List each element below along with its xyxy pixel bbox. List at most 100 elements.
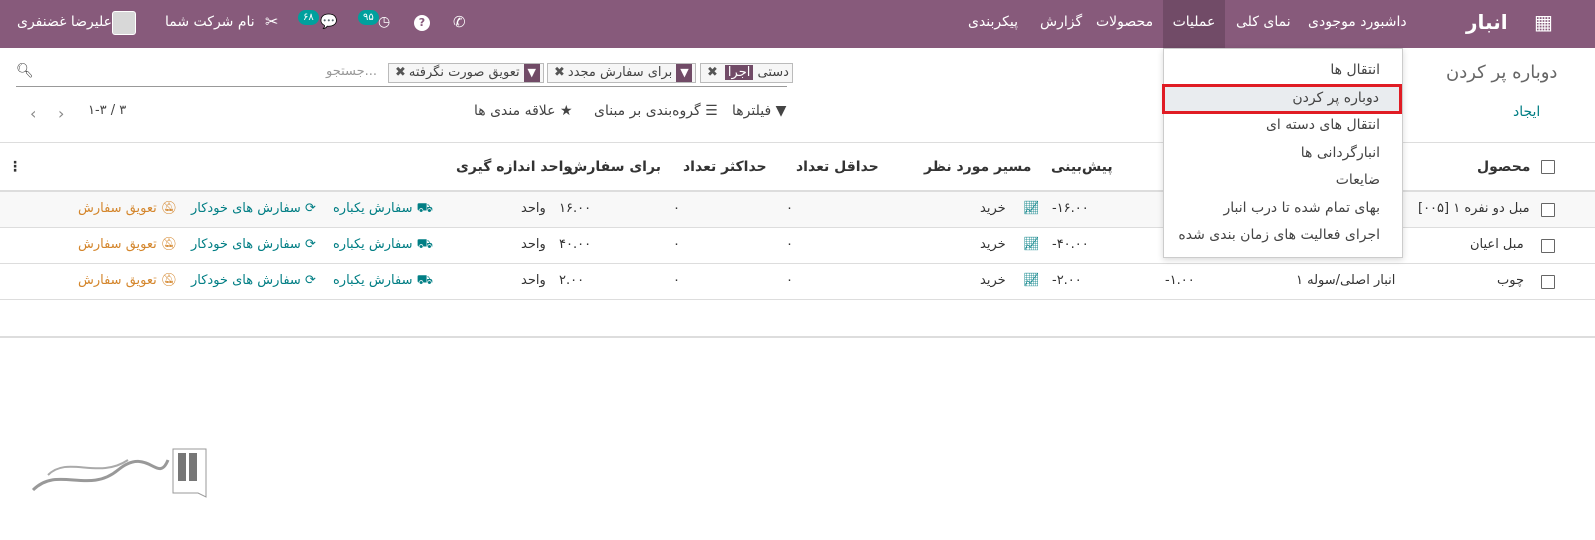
bell-slash-icon: 🔕︎ xyxy=(160,237,178,252)
col-max-qty[interactable]: حداکثر تعداد xyxy=(683,159,767,175)
row-product: چوب xyxy=(1497,273,1524,288)
row-product: مبل اعیان xyxy=(1470,237,1524,252)
activity-clock-icon[interactable]: ◷ xyxy=(378,0,390,48)
menu-operations[interactable]: عملیات xyxy=(1163,0,1225,48)
filter-icon: ▼ xyxy=(676,64,693,82)
user-menu[interactable]: علیرضا غضنفری xyxy=(17,0,112,48)
refresh-icon: ⟳ xyxy=(304,237,316,252)
activity-count-badge: ۹۵ xyxy=(358,10,379,25)
group-by-icon: ☰ xyxy=(705,103,718,119)
row-checkbox[interactable] xyxy=(1541,239,1555,253)
menu-item-scrap[interactable]: ضایعات xyxy=(1336,172,1380,188)
remove-facet-icon[interactable]: ✖ xyxy=(395,65,406,80)
automate-orders-button[interactable]: سفارش های خودکار ⟳ xyxy=(191,201,316,216)
group-by-dropdown[interactable]: گروه‌بندی بر مبنای ☰ xyxy=(594,103,718,119)
optional-columns-icon[interactable]: ⋮ xyxy=(8,159,22,175)
snooze-button[interactable]: تعویق سفارش 🔕︎ xyxy=(78,237,177,252)
row-route: خرید xyxy=(980,237,1006,252)
menu-item-batch-transfers[interactable]: انتقال های دسته ای xyxy=(1266,117,1380,133)
snooze-button[interactable]: تعویق سفارش 🔕︎ xyxy=(78,273,177,288)
phone-icon[interactable]: ✆ xyxy=(453,0,466,48)
menu-item-transfers[interactable]: انتقال ها xyxy=(1330,62,1380,78)
remove-facet-icon[interactable]: ✖ xyxy=(707,65,718,80)
col-to-order[interactable]: برای سفارش xyxy=(568,159,661,175)
menu-reporting[interactable]: گزارش xyxy=(1040,0,1082,48)
truck-icon: ⛟ xyxy=(416,237,433,252)
watermark-logo xyxy=(31,448,207,498)
facet-to-reorder: ✖ برای سفارش مجدد ▼ xyxy=(547,63,697,83)
operations-dropdown-menu: انتقال ها دوباره پر کردن انتقال های دسته… xyxy=(1162,48,1403,258)
menu-item-replenishment-highlight[interactable]: دوباره پر کردن xyxy=(1162,84,1402,114)
pager-value[interactable]: ۱-۳ / ۳ xyxy=(88,103,126,118)
search-input[interactable]: جستجو... xyxy=(326,64,377,79)
select-all-checkbox[interactable] xyxy=(1541,160,1555,174)
snooze-button[interactable]: تعویق سفارش 🔕︎ xyxy=(78,201,177,216)
menu-item-run-scheduler[interactable]: اجرای فعالیت های زمان بندی شده xyxy=(1178,227,1380,243)
row-route: خرید xyxy=(980,273,1006,288)
menu-products[interactable]: محصولات xyxy=(1096,0,1153,48)
search-icon[interactable]: 🔍︎ xyxy=(16,63,34,79)
filter-icon: ▼ xyxy=(775,103,787,119)
pager-next-icon[interactable]: › xyxy=(58,104,64,123)
debug-tools-icon[interactable]: ✂ xyxy=(265,0,278,48)
remove-facet-icon[interactable]: ✖ xyxy=(554,65,565,80)
menu-inventory-dashboard[interactable]: داشبورد موجودی xyxy=(1308,0,1407,48)
forecast-graph-icon[interactable]: 📈︎ xyxy=(1023,273,1040,288)
order-once-button[interactable]: سفارش یکباره ⛟ xyxy=(333,201,433,218)
filters-dropdown[interactable]: فیلترها ▼ xyxy=(732,103,786,119)
truck-icon: ⛟ xyxy=(416,273,433,288)
row-forecast: -۱۶.۰۰ xyxy=(1052,201,1089,216)
top-navbar: ▦ انبار داشبورد موجودی نمای کلی عملیات م… xyxy=(0,0,1595,48)
chat-count-badge: ۶۸ xyxy=(298,10,319,25)
menu-overview[interactable]: نمای کلی xyxy=(1236,0,1291,48)
facet-not-snoozed: ✖ تعویق صورت نگرفته ▼ xyxy=(388,63,544,83)
row-uom: واحد xyxy=(521,201,546,216)
company-switcher[interactable]: نام شرکت شما xyxy=(165,0,255,48)
facet-operation-manual: ✖ دستی اجرا xyxy=(700,63,793,83)
row-checkbox[interactable] xyxy=(1541,203,1555,217)
row-min-qty: ۰ xyxy=(786,201,793,216)
row-to-order: ۴۰.۰۰ xyxy=(559,237,592,252)
automate-orders-button[interactable]: سفارش های خودکار ⟳ xyxy=(191,237,316,252)
row-location: انبار اصلی/سوله ۱ xyxy=(1296,273,1396,288)
bell-slash-icon: 🔕︎ xyxy=(160,273,178,288)
row-checkbox[interactable] xyxy=(1541,275,1555,289)
refresh-icon: ⟳ xyxy=(304,201,316,216)
app-title[interactable]: انبار xyxy=(1466,0,1508,48)
col-uom[interactable]: واحد اندازه گیری xyxy=(456,159,572,175)
row-min-qty: ۰ xyxy=(786,273,793,288)
create-button[interactable]: ایجاد xyxy=(1513,104,1540,120)
automate-orders-button[interactable]: سفارش های خودکار ⟳ xyxy=(191,273,316,288)
col-forecast[interactable]: پیش‌بینی xyxy=(1051,159,1113,175)
forecast-graph-icon[interactable]: 📈︎ xyxy=(1023,237,1040,252)
apps-menu-icon[interactable]: ▦ xyxy=(1534,0,1553,48)
refresh-icon: ⟳ xyxy=(304,273,316,288)
forecast-graph-icon[interactable]: 📈︎ xyxy=(1023,201,1040,216)
help-icon[interactable]: ? xyxy=(414,0,430,48)
menu-item-physical-inventory[interactable]: انبارگردانی ها xyxy=(1301,145,1380,161)
menu-item-replenishment[interactable]: دوباره پر کردن xyxy=(1292,90,1379,106)
user-avatar[interactable] xyxy=(112,11,136,35)
row-to-order: ۱۶.۰۰ xyxy=(559,201,592,216)
row-max-qty: ۰ xyxy=(673,273,680,288)
table-row[interactable]: چوب انبار اصلی/سوله ۱ -۱.۰۰ -۲.۰۰ 📈︎ خری… xyxy=(0,264,1595,300)
table-footer-divider xyxy=(0,336,1595,338)
menu-configuration[interactable]: پیکربندی xyxy=(968,0,1018,48)
truck-icon: ⛟ xyxy=(416,201,433,216)
menu-item-landed-costs[interactable]: بهای تمام شده تا درب انبار xyxy=(1223,200,1380,216)
row-product: [۰۰۵] مبل دو نفره ۱ xyxy=(1418,201,1530,216)
row-to-order: ۲.۰۰ xyxy=(559,273,585,288)
row-on-hand: -۱.۰۰ xyxy=(1165,273,1195,288)
favorites-dropdown[interactable]: علاقه مندی ها ★ xyxy=(474,103,573,119)
order-once-button[interactable]: سفارش یکباره ⛟ xyxy=(333,237,433,254)
chat-icon[interactable]: 💬 xyxy=(320,0,337,48)
order-once-button[interactable]: سفارش یکباره ⛟ xyxy=(333,273,433,290)
col-product[interactable]: محصول xyxy=(1477,159,1530,175)
pager-prev-icon[interactable]: ‹ xyxy=(30,104,36,123)
filter-icon: ▼ xyxy=(523,64,540,82)
row-route: خرید xyxy=(980,201,1006,216)
col-min-qty[interactable]: حداقل تعداد xyxy=(796,159,879,175)
col-preferred-route[interactable]: مسیر مورد نظر xyxy=(924,159,1031,175)
star-icon: ★ xyxy=(559,103,573,119)
row-uom: واحد xyxy=(521,237,546,252)
